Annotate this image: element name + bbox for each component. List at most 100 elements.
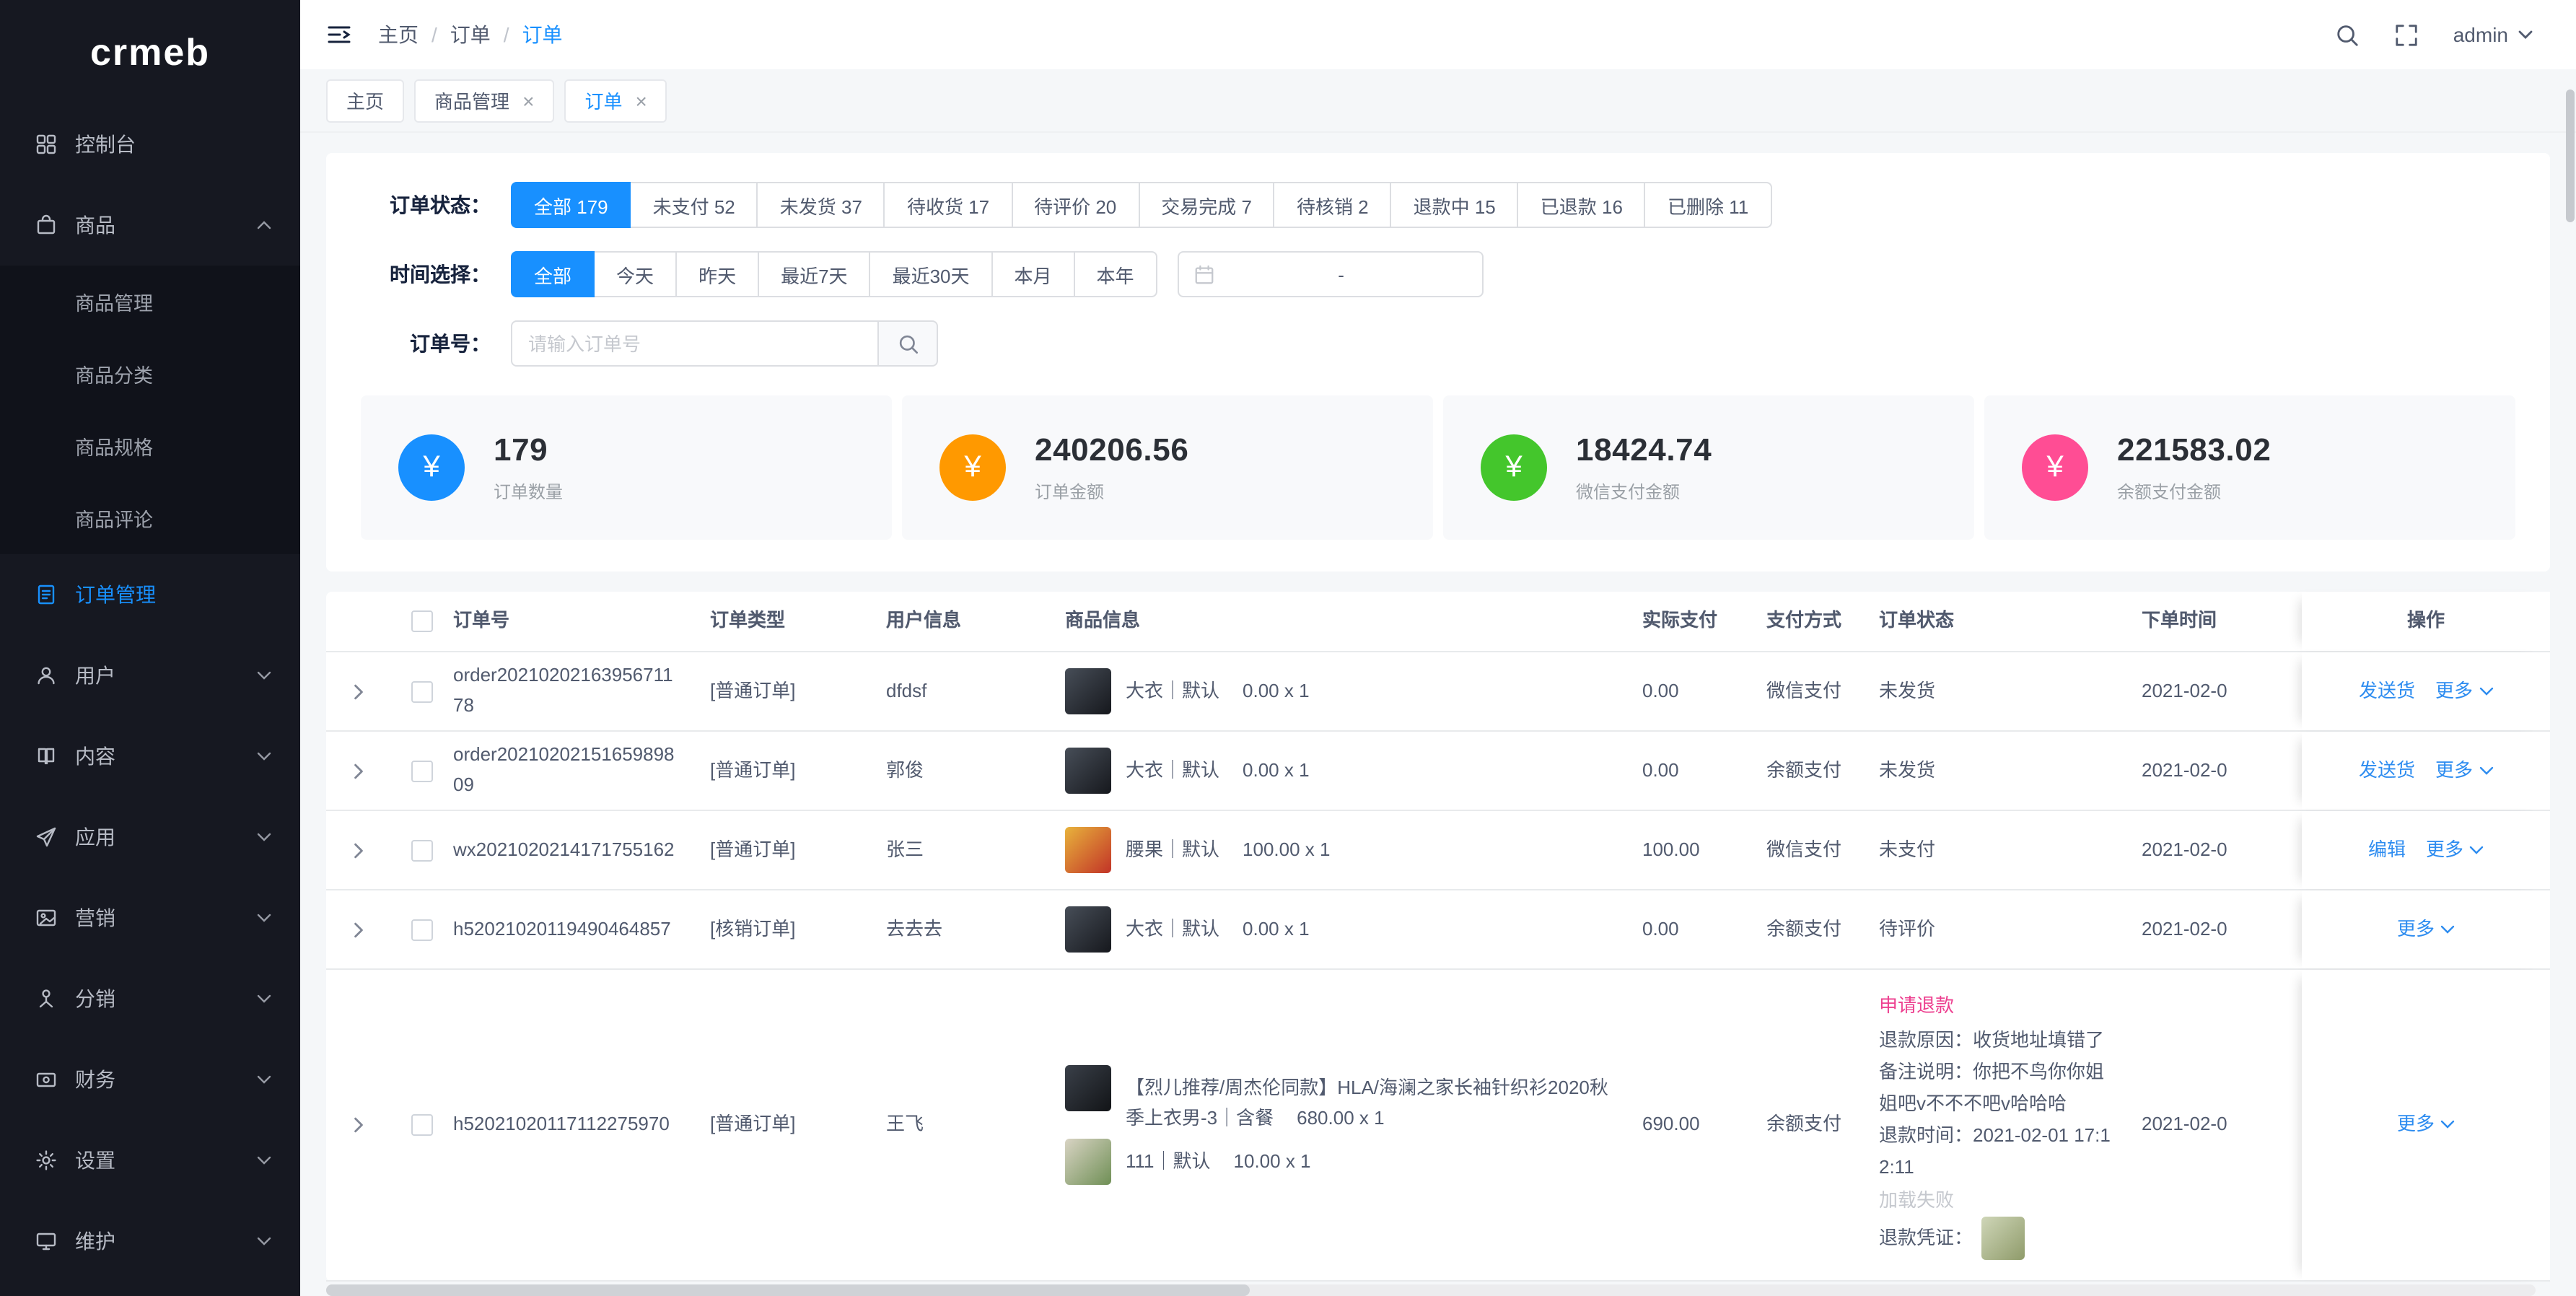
sidebar-subitem-goods-3[interactable]: 商品评论 [0,482,300,554]
order-no-input[interactable] [511,320,879,367]
sidebar-item-label: 订单管理 [75,580,271,609]
breadcrumb-separator: / [431,23,437,46]
status-filter-4[interactable]: 待评价 20 [1011,182,1139,228]
row-checkbox[interactable] [411,1114,432,1136]
product-thumbnail [1065,827,1111,873]
image-load-failed-text: 加载失败 [1879,1184,2121,1216]
expand-row-icon[interactable] [353,683,363,699]
sidebar-item-content[interactable]: 内容 [0,716,300,797]
row-checkbox[interactable] [411,680,432,702]
sidebar-subitem-goods-2[interactable]: 商品规格 [0,410,300,482]
sidebar-item-application[interactable]: 应用 [0,797,300,877]
time-filter-6[interactable]: 本年 [1074,251,1157,297]
product-thumbnail [1065,1065,1111,1111]
time-filter-2[interactable]: 昨天 [675,251,759,297]
pay-type: 微信支付 [1766,676,1879,706]
expand-row-icon[interactable] [353,921,363,937]
status-filter-9[interactable]: 已删除 11 [1644,182,1771,228]
time-filter-0[interactable]: 全部 [511,251,595,297]
sidebar-item-console[interactable]: 控制台 [0,104,300,185]
action-edit[interactable]: 编辑 [2368,835,2406,865]
sidebar-subitem-goods-1[interactable]: 商品分类 [0,338,300,410]
sidebar-item-finance[interactable]: 财务 [0,1039,300,1120]
time-filter-1[interactable]: 今天 [593,251,677,297]
order-no-label: 订单号： [361,320,491,367]
column-header-2: 用户信息 [886,606,1065,636]
refund-detail: 退款原因：收货地址填错了 [1879,1025,2121,1056]
order-search-button[interactable] [877,320,938,367]
topbar: 主页/订单/订单 admin [300,0,2576,69]
sidebar-item-maintenance[interactable]: 维护 [0,1201,300,1282]
status-filter-7[interactable]: 退款中 15 [1390,182,1519,228]
status-filter-2[interactable]: 未发货 37 [757,182,885,228]
time-filter-4[interactable]: 最近30天 [869,251,993,297]
horizontal-scrollbar[interactable] [326,1284,2536,1296]
stat-label: 订单金额 [1035,479,1188,504]
tab-2[interactable]: 订单× [564,79,667,122]
sidebar-item-settings[interactable]: 设置 [0,1120,300,1201]
tab-close-icon[interactable]: × [635,90,647,110]
expand-row-icon[interactable] [353,1117,363,1133]
user-info: 王飞 [886,1110,1065,1140]
action-more[interactable]: 更多 [2435,676,2493,706]
expand-row-icon[interactable] [353,763,363,779]
status-filter-1[interactable]: 未支付 52 [630,182,758,228]
sidebar-item-user[interactable]: 用户 [0,635,300,716]
product-info: 腰果｜默认100.00 x 1 [1065,811,1642,889]
row-checkbox[interactable] [411,760,432,781]
sidebar-item-marketing[interactable]: 营销 [0,877,300,958]
order-count-icon: ¥ [398,434,465,501]
action-more[interactable]: 更多 [2397,914,2455,945]
time-filter: 全部今天昨天最近7天最近30天本月本年 [511,251,1157,297]
action-more[interactable]: 更多 [2435,756,2493,786]
status-filter-3[interactable]: 待收货 17 [884,182,1012,228]
sidebar-item-label: 用户 [75,661,240,690]
user-menu[interactable]: admin [2453,23,2533,46]
breadcrumb-item-0[interactable]: 主页 [378,20,419,49]
time-filter-5[interactable]: 本月 [991,251,1075,297]
fullscreen-button[interactable] [2394,22,2419,47]
search-icon [2335,22,2360,47]
order-status-label: 订单状态： [361,182,491,228]
time-filter-3[interactable]: 最近7天 [758,251,870,297]
search-button[interactable] [2335,22,2360,47]
expand-row-icon[interactable] [353,842,363,858]
sidebar-item-order[interactable]: 订单管理 [0,554,300,635]
order-type: [普通订单] [710,835,886,865]
action-send[interactable]: 发送货 [2359,676,2415,706]
row-checkbox[interactable] [411,919,432,940]
sidebar-item-goods[interactable]: 商品 [0,185,300,266]
vertical-scrollbar-thumb[interactable] [2566,89,2575,222]
select-all-checkbox[interactable] [411,610,432,632]
status-filter-0[interactable]: 全部 179 [511,182,631,228]
status-filter-8[interactable]: 已退款 16 [1517,182,1646,228]
column-header-6: 订单状态 [1879,606,2142,636]
refund-detail: 退款时间：2021-02-01 17:12:11 [1879,1121,2121,1184]
sidebar-subitem-goods-0[interactable]: 商品管理 [0,266,300,338]
tab-1[interactable]: 商品管理× [414,79,554,122]
status-filter-6[interactable]: 待核销 2 [1274,182,1392,228]
sidebar-item-label: 财务 [75,1065,240,1094]
order-number: order2021020216395671178 [453,661,710,721]
tab-close-icon[interactable]: × [522,90,534,110]
row-checkbox[interactable] [411,839,432,861]
order-status-cell: 待评价 [1879,914,2142,945]
sidebar-item-label: 商品 [75,211,240,240]
breadcrumb-item-2[interactable]: 订单 [522,20,563,49]
tab-0[interactable]: 主页 [326,79,404,122]
refund-proof-thumbnail[interactable] [1981,1216,2025,1259]
action-more[interactable]: 更多 [2426,835,2484,865]
pay-type: 余额支付 [1766,914,1879,945]
sidebar-item-distribution[interactable]: 分销 [0,958,300,1039]
breadcrumb-item-1[interactable]: 订单 [450,20,491,49]
action-send[interactable]: 发送货 [2359,756,2415,786]
refund-proof-label: 退款凭证： [1879,1222,1973,1253]
app-logo[interactable]: crmeb [0,0,300,104]
status-filter-5[interactable]: 交易完成 7 [1138,182,1275,228]
order-status-cell: 未发货 [1879,756,2142,786]
chevron-down-icon [257,752,271,761]
sidebar-toggle-button[interactable] [326,22,352,48]
action-more[interactable]: 更多 [2397,1110,2455,1140]
horizontal-scrollbar-thumb[interactable] [326,1284,1250,1296]
date-range-picker[interactable]: - [1178,251,1484,297]
